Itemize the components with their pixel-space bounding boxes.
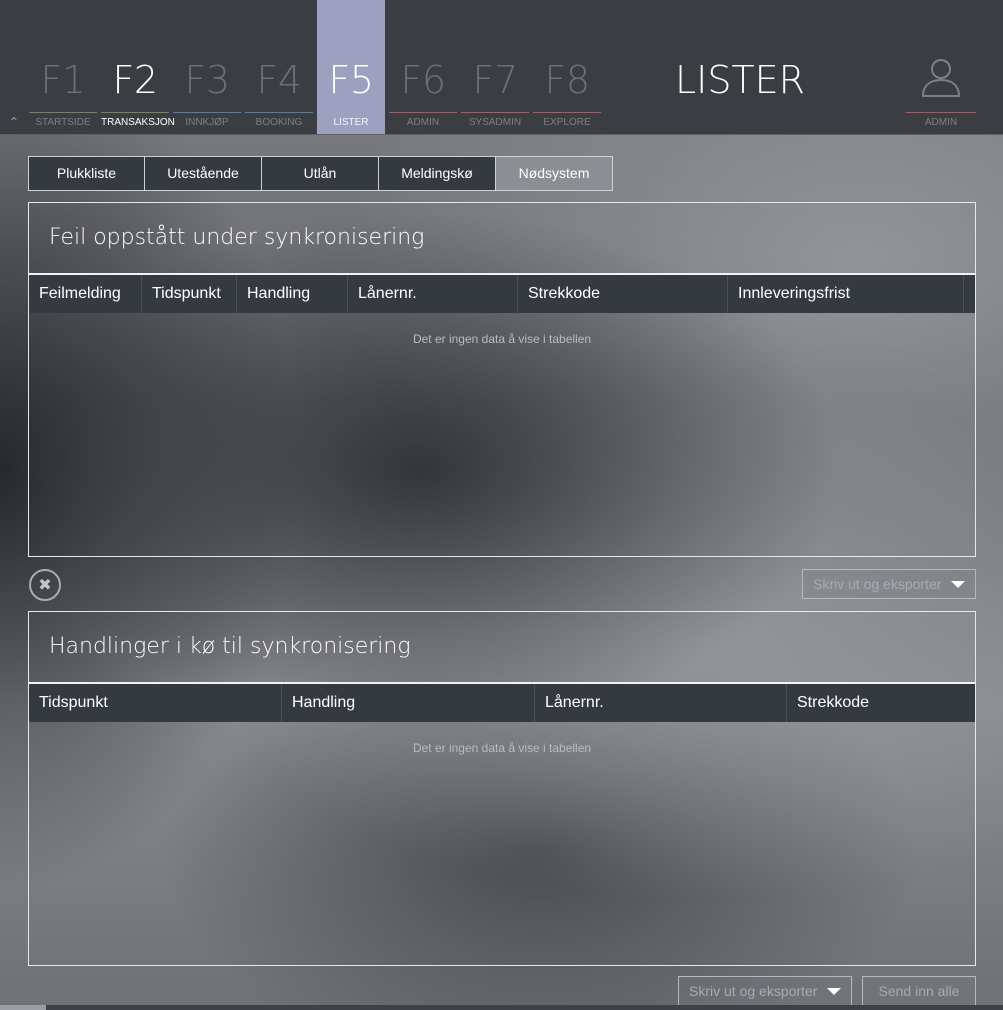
nav-label: LISTER <box>333 117 369 128</box>
nav-label: BOOKING <box>245 112 313 133</box>
sync-queue-panel: Handlinger i kø til synkronisering Tidsp… <box>28 611 976 966</box>
panel-title: Feil oppstått under synkronisering <box>29 203 975 275</box>
column-header[interactable]: Lånernr. <box>535 684 787 722</box>
nav-key: F1 <box>40 58 86 102</box>
column-header[interactable]: Lånernr. <box>348 275 518 313</box>
nav-label: TRANSAKSJON <box>101 112 175 133</box>
table-header: Feilmelding Tidspunkt Handling Lånernr. … <box>29 275 975 313</box>
column-header[interactable]: Handling <box>282 684 535 722</box>
sync-errors-panel: Feil oppstått under synkronisering Feilm… <box>28 202 976 557</box>
nav-f4-booking[interactable]: F4 BOOKING <box>245 0 313 134</box>
tab-utestaende[interactable]: Utestående <box>145 156 262 191</box>
tab-plukkliste[interactable]: Plukkliste <box>28 156 145 191</box>
table-header: Tidspunkt Handling Lånernr. Strekkode <box>29 684 975 722</box>
nav-label: INNKJØP <box>173 112 241 133</box>
column-header[interactable]: Feilmelding <box>29 275 142 313</box>
top-navigation-bar: F1 STARTSIDE F2 TRANSAKSJON F3 INNKJØP F… <box>0 0 1003 135</box>
tab-utlan[interactable]: Utlån <box>262 156 379 191</box>
export-dropdown-button[interactable]: Skriv ut og eksporter <box>802 569 976 599</box>
page-title: LISTER <box>674 58 806 102</box>
send-all-button[interactable]: Send inn alle <box>862 976 976 1006</box>
column-header[interactable]: Innleveringsfrist <box>728 275 964 313</box>
column-header[interactable]: Strekkode <box>787 684 975 722</box>
export-dropdown-button[interactable]: Skriv ut og eksporter <box>678 976 852 1006</box>
sub-tab-bar: Plukkliste Utestående Utlån Meldingskø N… <box>28 156 613 192</box>
nav-f1-startside[interactable]: F1 STARTSIDE <box>29 0 97 134</box>
column-header[interactable]: Tidspunkt <box>29 684 282 722</box>
column-header-spacer <box>964 275 975 313</box>
column-header[interactable]: Tidspunkt <box>142 275 237 313</box>
nav-key: F2 <box>112 58 158 102</box>
chevron-up-icon[interactable]: ⌃ <box>6 114 22 130</box>
scrollbar-thumb[interactable] <box>0 1005 46 1010</box>
nav-f7-sysadmin[interactable]: F7 SYSADMIN <box>461 0 529 134</box>
chevron-down-icon <box>951 581 965 588</box>
nav-f2-transaksjon[interactable]: F2 TRANSAKSJON <box>101 0 175 134</box>
nav-key: F3 <box>184 58 230 102</box>
nav-key: F4 <box>256 58 302 102</box>
nav-label: ADMIN <box>389 112 457 133</box>
column-header[interactable]: Handling <box>237 275 348 313</box>
empty-table-message: Det er ingen data å vise i tabellen <box>412 332 592 346</box>
nav-key: F8 <box>544 58 590 102</box>
export-label: Skriv ut og eksporter <box>689 983 818 999</box>
empty-table-message: Det er ingen data å vise i tabellen <box>412 741 592 755</box>
chevron-down-icon <box>827 988 841 995</box>
nav-f8-explore[interactable]: F8 EXPLORE <box>533 0 601 134</box>
nav-key: F6 <box>400 58 446 102</box>
user-icon <box>921 59 961 97</box>
nav-label: STARTSIDE <box>29 112 97 133</box>
nav-key: F5 <box>328 58 374 102</box>
nav-f3-innkjop[interactable]: F3 INNKJØP <box>173 0 241 134</box>
nav-key: F7 <box>472 58 518 102</box>
export-label: Skriv ut og eksporter <box>813 576 942 592</box>
close-circle-icon[interactable]: ✖ <box>29 569 61 601</box>
nav-label: EXPLORE <box>533 112 601 133</box>
panel-title: Handlinger i kø til synkronisering <box>29 612 975 684</box>
user-label: ADMIN <box>906 112 976 133</box>
nav-f6-admin[interactable]: F6 ADMIN <box>389 0 457 134</box>
nav-label: SYSADMIN <box>461 112 529 133</box>
nav-f5-lister[interactable]: F5 LISTER <box>317 0 385 134</box>
tab-meldingsko[interactable]: Meldingskø <box>379 156 496 191</box>
horizontal-scrollbar[interactable] <box>0 1005 1003 1010</box>
user-menu[interactable]: ADMIN <box>906 0 976 134</box>
column-header[interactable]: Strekkode <box>518 275 728 313</box>
tab-nodsystem[interactable]: Nødsystem <box>496 156 613 191</box>
